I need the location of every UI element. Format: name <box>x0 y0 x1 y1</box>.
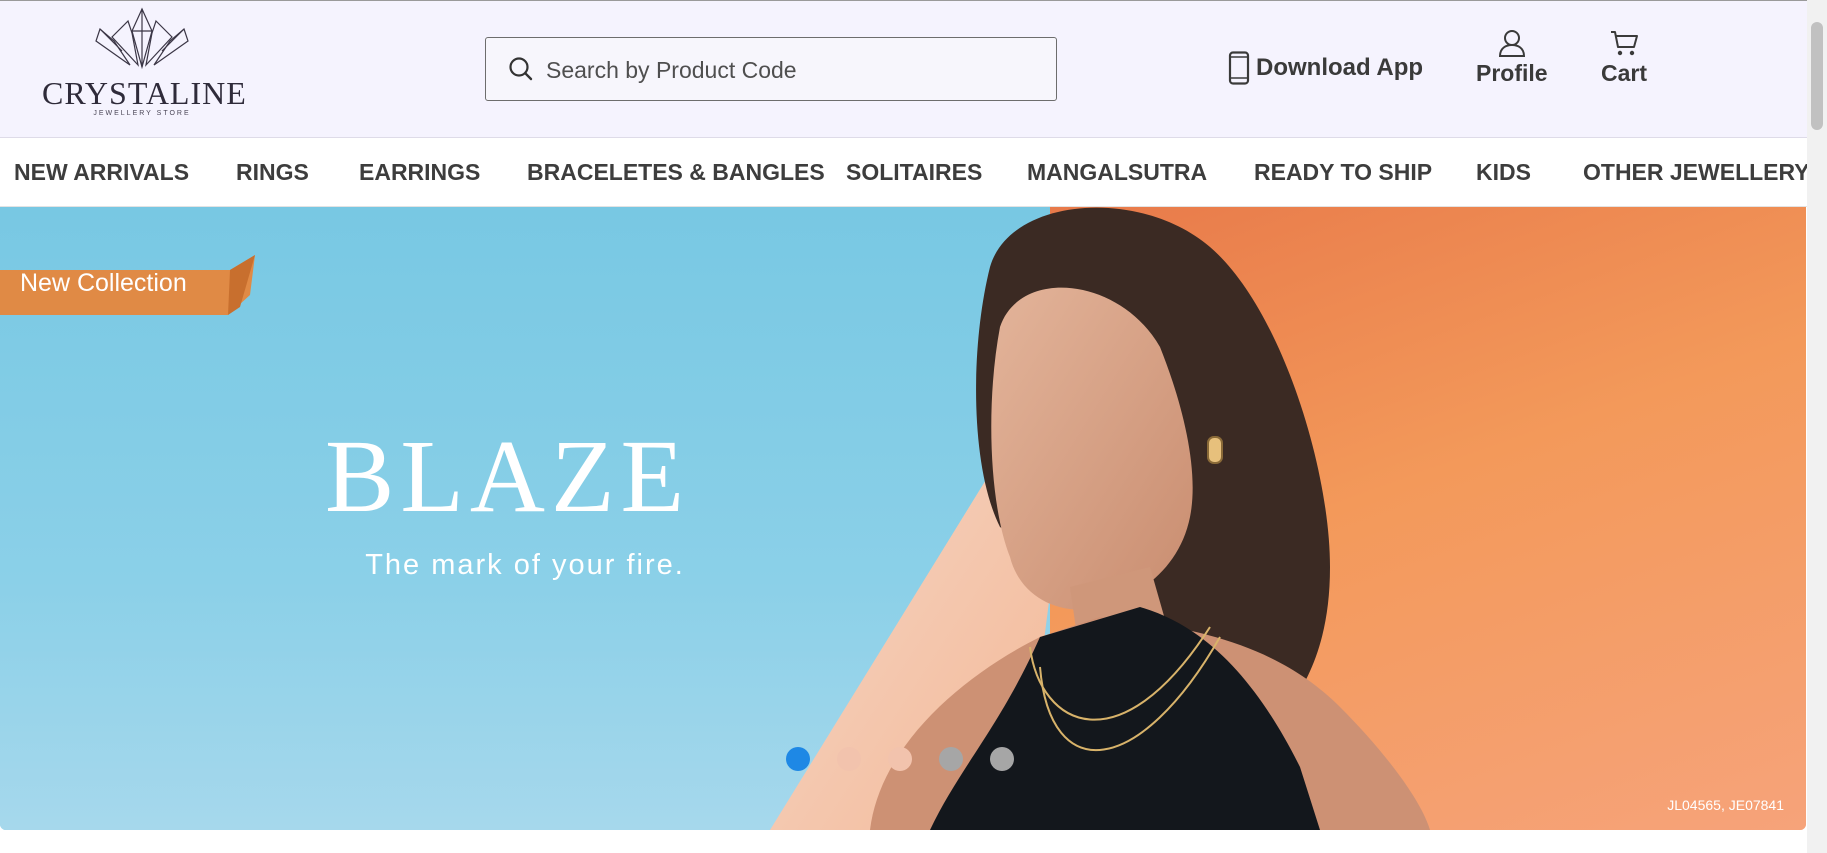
profile-label: Profile <box>1476 60 1548 86</box>
nav-item-bracelets-bangles[interactable]: BRACELETES & BANGLES <box>527 138 825 206</box>
download-app-label: Download App <box>1256 54 1424 81</box>
hero-brand-title: BLAZE <box>325 419 691 534</box>
category-nav: NEW ARRIVALS RINGS EARRINGS BRACELETES &… <box>0 138 1810 207</box>
nav-item-earrings[interactable]: EARRINGS <box>359 138 480 206</box>
carousel-dot-3[interactable] <box>888 747 912 771</box>
profile-button[interactable]: Profile <box>1476 29 1548 87</box>
search-input[interactable] <box>544 50 1028 90</box>
nav-item-solitaires[interactable]: SOLITAIRES <box>846 138 982 206</box>
nav-item-rings[interactable]: RINGS <box>236 138 309 206</box>
vertical-scrollbar[interactable] <box>1807 0 1827 853</box>
cart-label: Cart <box>1601 60 1648 86</box>
logo-wordmark: CRYSTALINE <box>42 75 247 111</box>
nav-item-kids[interactable]: KIDS <box>1476 138 1531 206</box>
new-collection-badge: New Collection <box>20 269 187 297</box>
mobile-phone-icon <box>1228 51 1250 85</box>
product-codes: JL04565, JE07841 <box>1667 797 1784 813</box>
search-icon[interactable] <box>508 56 534 82</box>
logo-subtitle: JEWELLERY STORE <box>93 110 191 117</box>
cart-button[interactable]: Cart <box>1601 29 1647 87</box>
carousel-dot-1[interactable] <box>786 747 810 771</box>
carousel-dot-4[interactable] <box>939 747 963 771</box>
site-header: CRYSTALINE JEWELLERY STORE Download App … <box>0 1 1807 138</box>
user-icon <box>1498 30 1525 57</box>
hero-tagline: The mark of your fire. <box>365 549 685 581</box>
nav-item-ready-to-ship[interactable]: READY TO SHIP <box>1254 138 1432 206</box>
scrollbar-thumb[interactable] <box>1811 22 1823 130</box>
shopping-cart-icon <box>1611 31 1638 56</box>
nav-item-mangalsutra[interactable]: MANGALSUTRA <box>1027 138 1207 206</box>
carousel-pagination <box>786 747 1041 771</box>
model-photo <box>870 207 1430 830</box>
nav-item-new-arrivals[interactable]: NEW ARRIVALS <box>14 138 189 206</box>
search-box[interactable] <box>485 37 1057 101</box>
carousel-dot-5[interactable] <box>990 747 1014 771</box>
nav-item-other-jewellery[interactable]: OTHER JEWELLERY <box>1583 138 1810 206</box>
crystal-logo-icon <box>95 7 189 70</box>
download-app-button[interactable]: Download App <box>1228 51 1423 85</box>
crystaline-logo[interactable]: CRYSTALINE JEWELLERY STORE <box>42 7 247 122</box>
carousel-dot-2[interactable] <box>837 747 861 771</box>
hero-carousel[interactable]: New Collection BLAZE The mark of your fi… <box>0 207 1806 830</box>
